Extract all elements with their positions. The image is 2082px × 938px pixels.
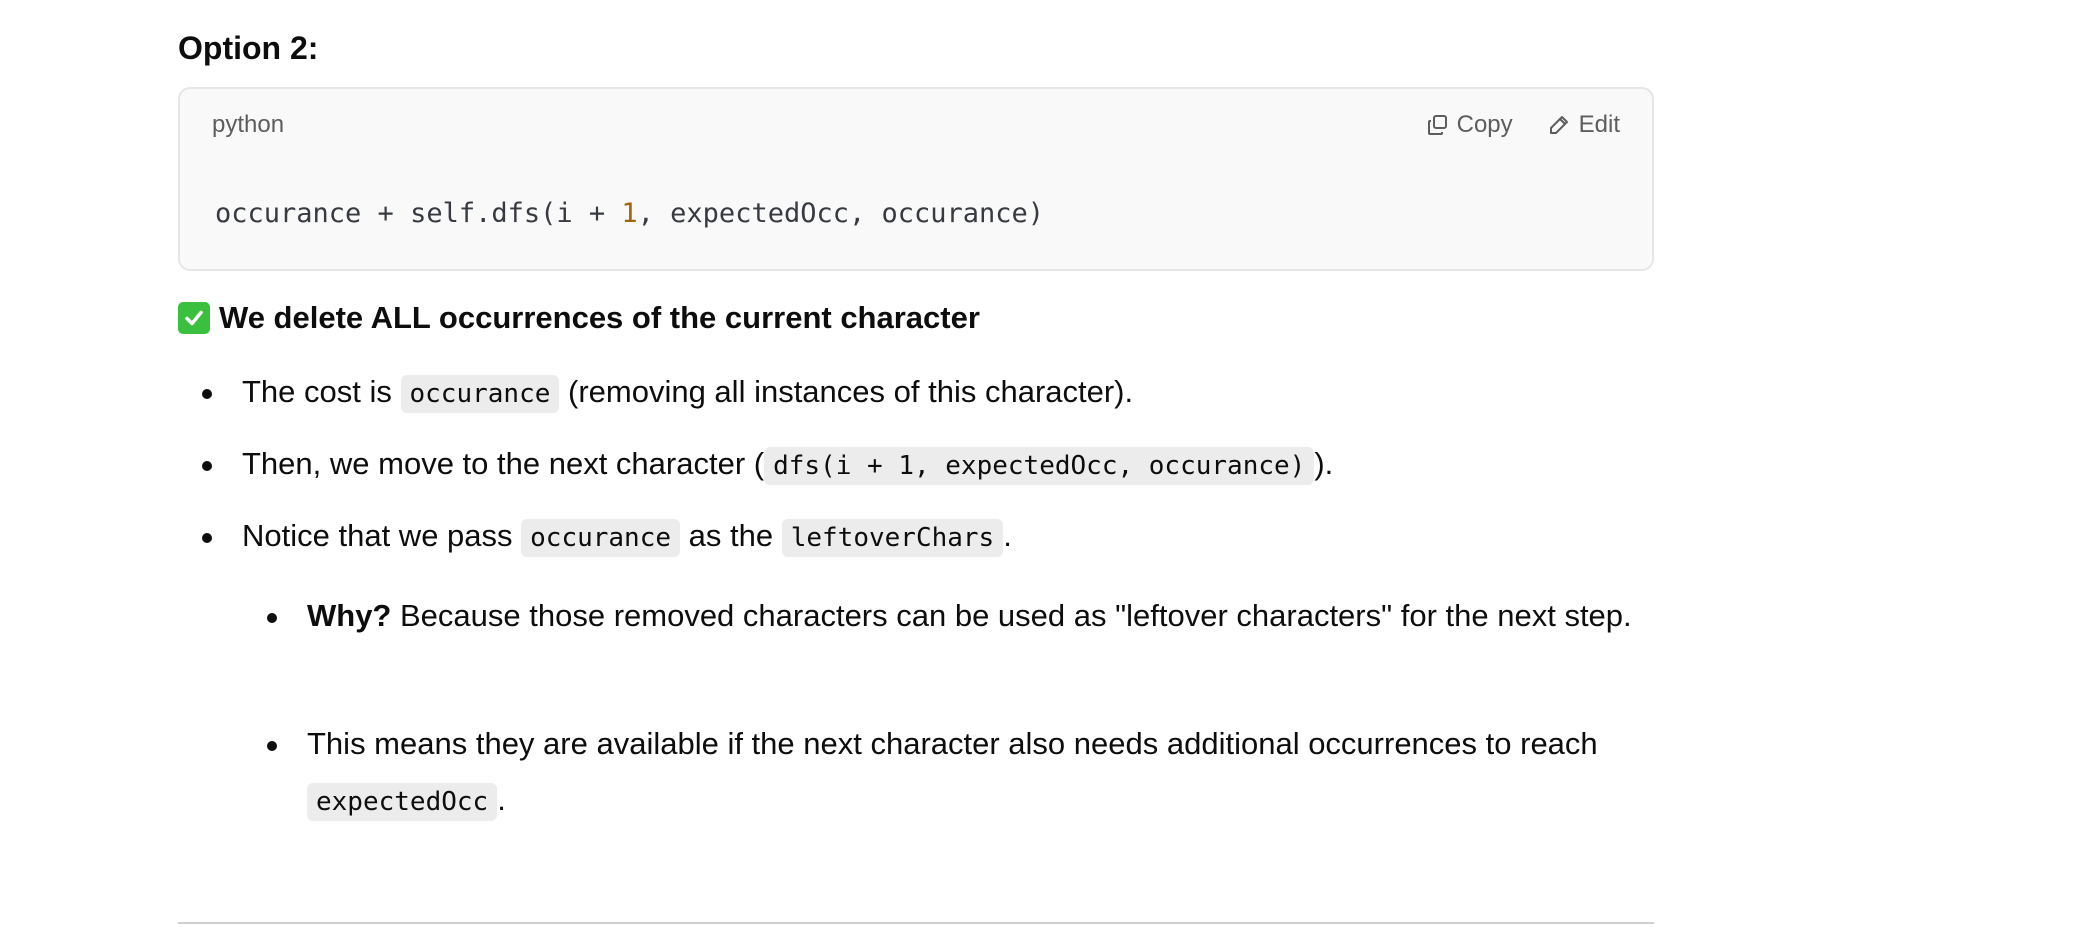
sub-list-item-text: This means they are available if the nex… <box>307 726 1598 761</box>
edit-label: Edit <box>1578 111 1620 138</box>
list-item: The cost is occurance (removing all inst… <box>201 364 1134 422</box>
code-line: occurance + self.dfs(i + 1, expectedOcc,… <box>215 197 1044 231</box>
list-item-text: Then, we move to the next character ( <box>242 446 765 481</box>
result-heading-text: We delete ALL occurrences of the current… <box>219 300 980 335</box>
list-item-text: . <box>1003 518 1012 553</box>
code-block: python Copy Edit occurance + self.dfs(i … <box>178 87 1654 271</box>
sub-list-item: This means they are available if the nex… <box>267 716 1652 830</box>
list-item-text: (removing all instances of this characte… <box>559 374 1134 409</box>
section-heading: Option 2: <box>178 30 319 66</box>
result-heading: We delete ALL occurrences of the current… <box>178 296 980 340</box>
divider <box>178 922 1654 924</box>
code-text-before: occurance + self.dfs(i + <box>215 198 622 229</box>
code-text-after: , expectedOcc, occurance) <box>637 198 1045 229</box>
list-item: Then, we move to the next character (dfs… <box>201 436 1334 494</box>
inline-code: expectedOcc <box>307 783 498 821</box>
sub-list-item: Why? Because those removed characters ca… <box>267 588 1652 644</box>
list-item-text: as the <box>680 518 782 553</box>
inline-code: dfs(i + 1, expectedOcc, occurance) <box>764 447 1315 485</box>
list-item: Notice that we pass occurance as the lef… <box>202 508 1012 566</box>
inline-code: leftoverChars <box>781 519 1004 557</box>
list-item-text: The cost is <box>242 374 401 409</box>
code-actions: Copy Edit <box>1427 109 1620 141</box>
edit-pencil-icon <box>1547 113 1571 137</box>
inline-code: occurance <box>521 519 681 557</box>
sub-list-item-text: Because those removed characters can be … <box>391 598 1632 633</box>
list-item-text: Notice that we pass <box>242 518 522 553</box>
code-number: 1 <box>621 198 638 229</box>
copy-label: Copy <box>1456 111 1513 138</box>
edit-button[interactable]: Edit <box>1547 109 1620 141</box>
copy-button[interactable]: Copy <box>1427 109 1513 141</box>
list-item-text: ). <box>1314 446 1334 481</box>
code-language-label: python <box>212 111 285 138</box>
inline-code: occurance <box>400 375 560 413</box>
check-mark-icon <box>178 302 210 334</box>
bold-label: Why? <box>307 598 392 633</box>
sub-list-item-text: . <box>497 782 506 817</box>
copy-icon <box>1427 114 1449 136</box>
